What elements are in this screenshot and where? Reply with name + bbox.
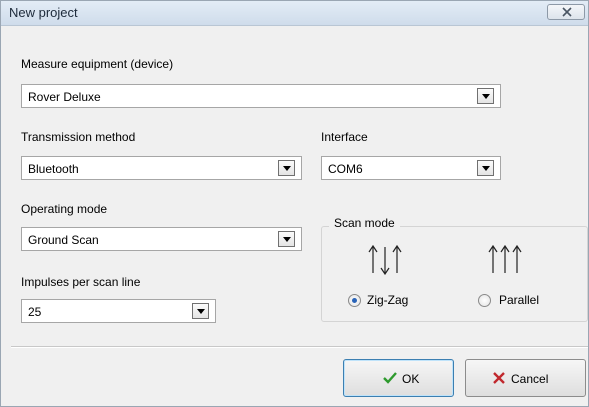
operating-mode-label: Operating mode: [21, 202, 108, 216]
chevron-down-icon: [197, 309, 205, 314]
window-title: New project: [9, 5, 78, 20]
title-bar: New project: [1, 1, 588, 26]
parallel-arrows-icon: [488, 244, 522, 273]
parallel-radio[interactable]: [478, 294, 491, 307]
scan-mode-label: Scan mode: [329, 216, 400, 230]
chevron-down-icon: [482, 94, 490, 99]
device-value: Rover Deluxe: [28, 90, 101, 104]
parallel-label: Parallel: [499, 293, 540, 307]
ok-button-label: OK: [402, 372, 420, 386]
interface-label: Interface: [321, 130, 368, 144]
new-project-dialog: New project Measure equipment (device) R…: [0, 0, 589, 407]
device-label: Measure equipment (device): [21, 57, 174, 71]
interface-select[interactable]: COM6: [321, 156, 501, 180]
impulses-value: 25: [28, 305, 42, 319]
cancel-button-label: Cancel: [511, 372, 549, 386]
transmission-label: Transmission method: [21, 130, 136, 144]
chevron-down-icon: [283, 237, 291, 242]
cancel-x-icon: [493, 372, 505, 384]
transmission-value: Bluetooth: [28, 162, 79, 176]
interface-value: COM6: [328, 162, 363, 176]
cancel-button[interactable]: Cancel: [465, 359, 586, 397]
checkmark-icon: [383, 372, 397, 384]
operating-mode-select[interactable]: Ground Scan: [21, 227, 302, 251]
close-x-icon: [562, 7, 572, 17]
device-dropdown-button[interactable]: [477, 88, 494, 104]
transmission-dropdown-button[interactable]: [278, 160, 295, 176]
device-select[interactable]: Rover Deluxe: [21, 84, 501, 108]
ok-button[interactable]: OK: [343, 359, 454, 397]
close-button[interactable]: [547, 4, 585, 20]
zigzag-radio[interactable]: [348, 294, 361, 307]
chevron-down-icon: [482, 166, 490, 171]
zigzag-arrows-icon: [368, 244, 402, 275]
scan-mode-group: [321, 226, 588, 322]
operating-mode-dropdown-button[interactable]: [278, 231, 295, 247]
impulses-label: Impulses per scan line: [21, 275, 141, 289]
chevron-down-icon: [283, 166, 291, 171]
zigzag-label: Zig-Zag: [367, 293, 409, 307]
impulses-dropdown-button[interactable]: [192, 303, 209, 319]
operating-mode-value: Ground Scan: [28, 233, 99, 247]
interface-dropdown-button[interactable]: [477, 160, 494, 176]
transmission-select[interactable]: Bluetooth: [21, 156, 302, 180]
impulses-select[interactable]: 25: [21, 299, 216, 323]
separator: [11, 346, 588, 348]
